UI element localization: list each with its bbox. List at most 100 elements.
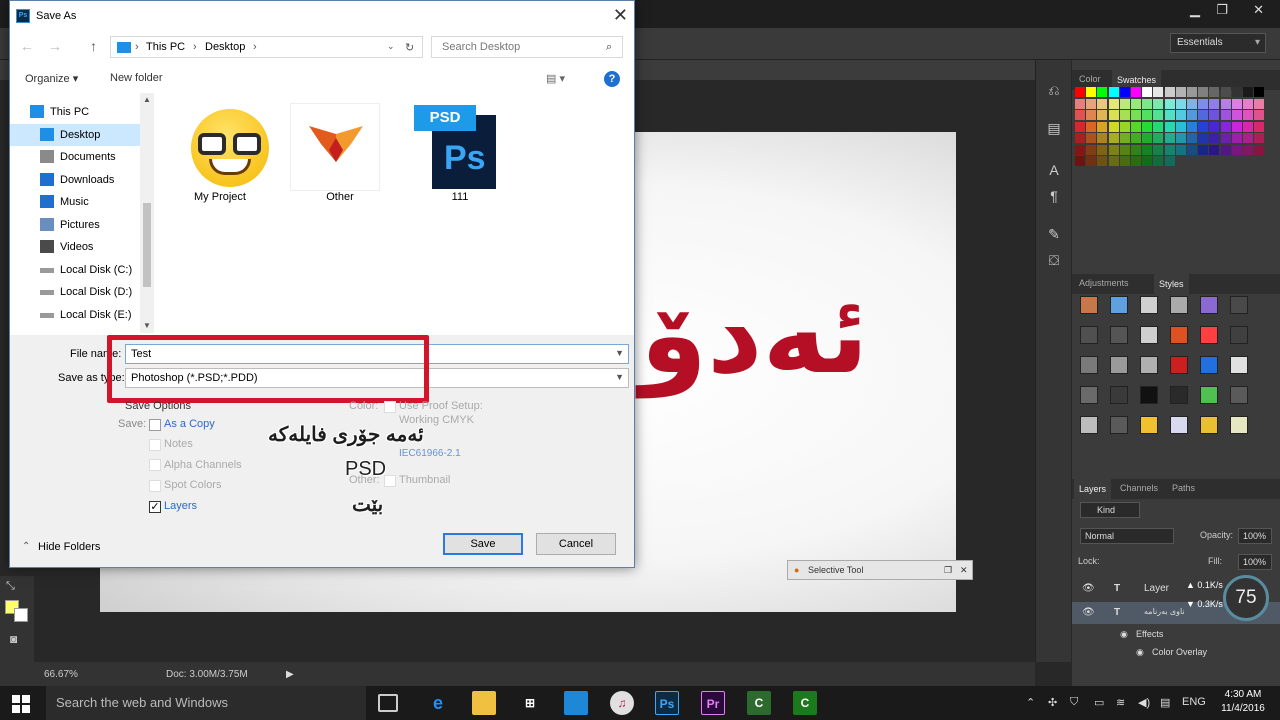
search-input[interactable]: Search Desktop ⌕ (431, 36, 623, 58)
swatch[interactable] (1209, 156, 1220, 166)
swatch[interactable] (1097, 98, 1108, 109)
swatch[interactable] (1142, 98, 1153, 109)
swatch[interactable] (1086, 87, 1097, 97)
tray-chevron-icon[interactable]: ⌃ (1026, 696, 1035, 709)
swatch[interactable] (1097, 121, 1108, 132)
swatch[interactable] (1175, 121, 1186, 132)
view-options-icon[interactable]: ▤ ▾ (546, 72, 565, 85)
swatch[interactable] (1075, 156, 1085, 166)
effects-eye-icon[interactable]: ◉ (1120, 629, 1128, 640)
swatch[interactable] (1097, 156, 1108, 166)
blend-mode-select[interactable]: Normal (1080, 528, 1174, 544)
task-view-icon[interactable] (378, 694, 398, 712)
notes-checkbox[interactable] (149, 439, 161, 451)
cancel-button[interactable]: Cancel (536, 533, 616, 555)
camtasia-icon[interactable]: C (747, 691, 771, 715)
swatch[interactable] (1142, 144, 1153, 155)
swatch[interactable] (1153, 87, 1164, 97)
swatch[interactable] (1164, 156, 1175, 166)
swatch[interactable] (1097, 144, 1108, 155)
swatch[interactable] (1198, 110, 1209, 120)
sidebar-item[interactable]: Documents (10, 146, 150, 168)
swatch[interactable] (1209, 110, 1220, 120)
swatch[interactable] (1209, 144, 1220, 155)
style-preset[interactable] (1200, 416, 1218, 434)
chevron-down-icon[interactable]: ▼ (615, 372, 624, 382)
swatch[interactable] (1075, 121, 1085, 132)
swatch[interactable] (1075, 87, 1085, 97)
swatch[interactable] (1142, 156, 1153, 166)
status-arrow-icon[interactable]: ▶ (286, 669, 294, 680)
swatch[interactable] (1209, 133, 1220, 143)
swatch[interactable] (1231, 133, 1242, 143)
style-preset[interactable] (1080, 356, 1098, 374)
swatch[interactable] (1164, 133, 1175, 143)
swatch[interactable] (1108, 144, 1119, 155)
swatch[interactable] (1175, 98, 1186, 109)
swatch[interactable] (1075, 98, 1085, 109)
swatch[interactable] (1220, 133, 1231, 143)
swatch[interactable] (1142, 133, 1153, 143)
selective-tool-widget[interactable]: ● Selective Tool ❐ ✕ (787, 560, 973, 580)
swatch[interactable] (1187, 133, 1197, 143)
tab-adjustments[interactable]: Adjustments (1079, 278, 1129, 288)
style-preset[interactable] (1200, 296, 1218, 314)
visibility-eye-icon[interactable]: 👁 (1082, 607, 1095, 618)
swatch[interactable] (1209, 98, 1220, 109)
swatch[interactable] (1119, 87, 1130, 97)
swatch[interactable] (1254, 98, 1265, 109)
clock[interactable]: 4:30 AM 11/4/2016 (1218, 688, 1268, 716)
breadcrumb-chevron-icon[interactable]: › (253, 41, 257, 53)
swatch[interactable] (1142, 110, 1153, 120)
spot-colors-checkbox[interactable] (149, 480, 161, 492)
swatch[interactable] (1220, 87, 1231, 97)
style-preset[interactable] (1140, 386, 1158, 404)
swatch[interactable] (1243, 110, 1253, 120)
style-preset[interactable] (1140, 416, 1158, 434)
chevron-down-icon[interactable]: ⌄ (387, 41, 395, 52)
swatch[interactable] (1153, 121, 1164, 132)
style-preset[interactable] (1110, 386, 1128, 404)
swatch[interactable] (1097, 87, 1108, 97)
close-icon[interactable]: ✕ (960, 565, 968, 576)
up-arrow-icon[interactable]: ↑ (90, 38, 97, 54)
style-preset[interactable] (1230, 356, 1248, 374)
swatch[interactable] (1220, 110, 1231, 120)
style-preset[interactable] (1110, 416, 1128, 434)
swatch[interactable] (1153, 110, 1164, 120)
style-preset[interactable] (1140, 326, 1158, 344)
swatch[interactable] (1198, 121, 1209, 132)
swatch[interactable] (1254, 133, 1265, 143)
swatch[interactable] (1108, 133, 1119, 143)
swatch[interactable] (1119, 98, 1130, 109)
swatch[interactable] (1108, 121, 1119, 132)
swatch[interactable] (1243, 156, 1253, 166)
style-preset[interactable] (1170, 326, 1188, 344)
swatch[interactable] (1231, 110, 1242, 120)
help-icon[interactable]: ? (604, 71, 620, 87)
background-color[interactable] (14, 608, 28, 622)
hide-folders-button[interactable]: Hide Folders (38, 541, 100, 553)
swatch[interactable] (1220, 156, 1231, 166)
swatch[interactable] (1131, 110, 1141, 120)
swatch[interactable] (1187, 98, 1197, 109)
swatch[interactable] (1231, 87, 1242, 97)
network-app-icon[interactable] (564, 691, 588, 715)
tab-paths[interactable]: Paths (1172, 483, 1195, 493)
swatch[interactable] (1119, 121, 1130, 132)
swatch[interactable] (1175, 110, 1186, 120)
layer-kind-filter[interactable]: Kind (1080, 502, 1140, 518)
opacity-field[interactable]: 100% (1238, 528, 1272, 544)
swatch[interactable] (1131, 98, 1141, 109)
style-preset[interactable] (1230, 326, 1248, 344)
visibility-eye-icon[interactable]: 👁 (1082, 583, 1095, 594)
swatch[interactable] (1187, 87, 1197, 97)
icc-profile-label[interactable]: IEC61966-2.1 (399, 448, 461, 459)
swatch[interactable] (1231, 156, 1242, 166)
swatch[interactable] (1075, 133, 1085, 143)
tray-app-icon[interactable]: ✣ (1048, 696, 1057, 709)
layers-label[interactable]: Layers (164, 500, 197, 512)
swatches-grid[interactable] (1072, 87, 1268, 177)
sidebar-item[interactable]: Desktop (10, 123, 150, 146)
swatch[interactable] (1175, 156, 1186, 166)
